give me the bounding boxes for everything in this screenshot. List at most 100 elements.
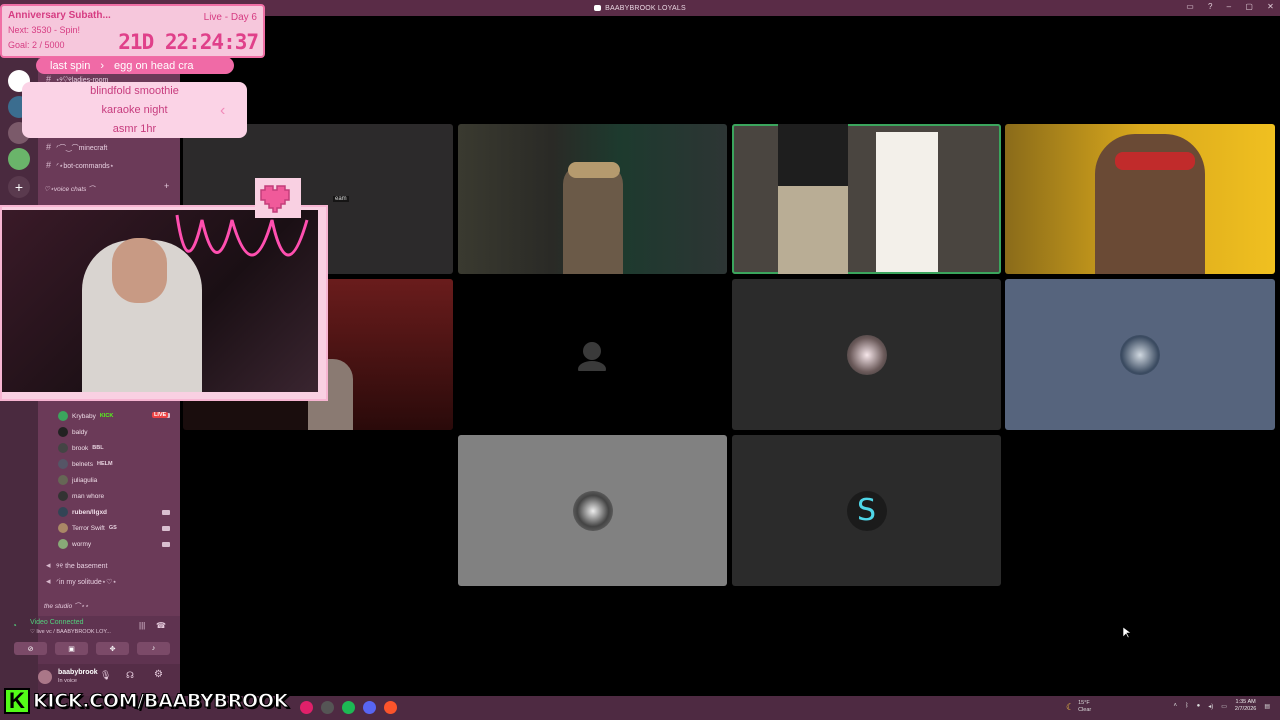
clock[interactable]: 1:35 AM 2/7/2026 xyxy=(1235,699,1256,713)
voice-user[interactable]: juliagulia xyxy=(58,475,97,485)
voice-channel[interactable]: ◂ ᐟin my solitude⋆♡⋆ xyxy=(46,576,117,587)
microphone-icon[interactable]: 🎙︎ xyxy=(100,670,111,681)
weather-widget[interactable]: ☾ 15°F Clear xyxy=(1066,700,1091,714)
streamer-face xyxy=(112,238,167,303)
kick-banner: K KICK.COM/BAABYBROOK xyxy=(4,688,289,714)
minimize-button[interactable]: – xyxy=(1227,2,1232,11)
video-tile[interactable] xyxy=(1005,124,1275,274)
channel-item[interactable]: # ᐟ⋆bot-commands⋆ xyxy=(46,160,114,170)
spotify-icon[interactable] xyxy=(342,701,355,714)
help-icon[interactable]: ? xyxy=(1208,2,1213,11)
speaker-icon: ◂ xyxy=(46,576,51,586)
voice-channel[interactable]: ◂ ୨୧ the basement xyxy=(46,560,108,571)
username[interactable]: baabybrook xyxy=(58,669,98,676)
moon-icon: ☾ xyxy=(1066,701,1075,712)
stream-label: eam xyxy=(333,196,349,202)
chevron-right-icon: › xyxy=(100,59,105,72)
screen-share-button[interactable]: ▣ xyxy=(55,642,88,655)
avatar xyxy=(58,427,68,437)
video-tile-speaking[interactable] xyxy=(732,124,1001,274)
voice-user[interactable]: Terror Swift GS xyxy=(58,523,117,533)
avatar: S xyxy=(846,490,887,531)
microphone-icon[interactable]: ● xyxy=(1197,703,1201,709)
subathon-widget: Anniversary Subath... Live - Day 6 Next:… xyxy=(0,4,265,58)
studio-category-header[interactable]: the studio ⌒⋆⋆ xyxy=(44,600,89,610)
noise-icon[interactable]: ||| xyxy=(139,621,145,630)
kick-logo: K xyxy=(4,688,30,714)
spin-item: asmr 1hr xyxy=(112,123,157,135)
signal-icon: ◔ xyxy=(12,621,17,630)
camera-icon xyxy=(162,542,170,547)
avatar xyxy=(58,475,68,485)
avatar xyxy=(846,334,887,375)
video-tile-off[interactable] xyxy=(1005,279,1275,430)
video-tile-off[interactable]: S xyxy=(732,435,1001,586)
user-status: In voice xyxy=(58,678,77,684)
camera-icon xyxy=(162,526,170,531)
voice-user[interactable]: baldy xyxy=(58,427,88,437)
soundboard-button[interactable]: ♪ xyxy=(137,642,170,655)
voice-user[interactable]: ruben/llgxd xyxy=(58,507,107,517)
obs-icon[interactable] xyxy=(321,701,334,714)
hash-icon: # xyxy=(46,142,52,152)
voice-user[interactable]: wormy xyxy=(58,539,91,549)
voice-status[interactable]: Video Connected xyxy=(30,619,84,626)
server-icon[interactable] xyxy=(8,148,30,170)
volume-icon[interactable]: ◂) xyxy=(1208,703,1213,710)
chevron-up-icon[interactable]: ˄ xyxy=(1173,703,1177,709)
last-spin-value: egg on head cra xyxy=(114,59,194,72)
door-shape xyxy=(876,132,938,272)
camera-off-button[interactable]: ⊘ xyxy=(14,642,47,655)
window-controls: ▭ ? – ▢ ✕ xyxy=(1186,2,1274,11)
channel-item[interactable]: # ᐟ⌒‿⌒minecraft xyxy=(46,142,107,153)
disconnect-icon[interactable]: ☎ xyxy=(156,621,166,630)
inbox-icon[interactable]: ▭ xyxy=(1186,2,1194,11)
notification-icon[interactable]: ▤ xyxy=(1264,703,1270,710)
kick-url: KICK.COM/BAABYBROOK xyxy=(32,690,289,713)
voice-category-header[interactable]: ♡⋆voice chats ⌒ xyxy=(44,183,95,193)
spin-list: blindfold smoothie karaoke night asmr 1h… xyxy=(22,82,247,138)
voice-buttons: ⊘ ▣ ✥ ♪ xyxy=(14,642,170,655)
video-tile-off[interactable] xyxy=(458,435,727,586)
maximize-button[interactable]: ▢ xyxy=(1245,2,1253,11)
bluetooth-icon[interactable]: ᛒ xyxy=(1185,703,1189,709)
avatar[interactable] xyxy=(38,670,52,684)
mouse-cursor-icon xyxy=(1123,627,1131,639)
voice-user[interactable]: belnets HELM xyxy=(58,459,113,469)
gear-icon[interactable]: ⚙ xyxy=(154,669,163,680)
close-button[interactable]: ✕ xyxy=(1267,2,1274,11)
voice-user[interactable]: man whore xyxy=(58,491,104,501)
voice-user[interactable]: brook BBL xyxy=(58,443,104,453)
voice-channel-name: ♡ live vc / BAABYBROOK LOY... xyxy=(30,629,111,635)
brave-icon[interactable] xyxy=(384,701,397,714)
window-title: BAABYBROOK LOYALS xyxy=(605,4,686,12)
camera-icon xyxy=(162,510,170,515)
participant-video xyxy=(563,164,623,274)
avatar xyxy=(58,443,68,453)
activities-button[interactable]: ✥ xyxy=(96,642,129,655)
add-server-icon[interactable]: + xyxy=(8,176,30,198)
system-tray: ˄ ᛒ ● ◂) ▭ 1:35 AM 2/7/2026 ▤ xyxy=(1173,699,1270,713)
pixel-heart-icon xyxy=(255,178,301,218)
headphones-icon[interactable]: ☊ xyxy=(126,670,134,681)
video-tile[interactable] xyxy=(458,124,727,274)
voice-user[interactable]: Krybaby KICK xyxy=(58,411,113,421)
avatar xyxy=(1120,334,1160,375)
tiktok-icon[interactable] xyxy=(300,701,313,714)
subathon-goal: Goal: 2 / 5000 xyxy=(8,40,65,50)
video-tile-off[interactable] xyxy=(732,279,1001,430)
subathon-timer: 21D 22:24:37 xyxy=(118,30,259,54)
participant-shirt xyxy=(778,124,848,186)
weather-desc: Clear xyxy=(1078,707,1092,713)
taskbar-apps xyxy=(300,701,397,714)
add-channel-icon[interactable]: + xyxy=(164,181,169,191)
discord-icon[interactable] xyxy=(363,701,376,714)
subathon-day: Live - Day 6 xyxy=(203,12,257,23)
hat-shape xyxy=(568,162,620,178)
video-tile-off[interactable] xyxy=(458,279,727,430)
avatar xyxy=(58,507,68,517)
last-spin-bar: last spin › egg on head cra xyxy=(36,57,234,74)
default-avatar-icon xyxy=(578,342,606,371)
avatar xyxy=(572,490,613,531)
network-icon[interactable]: ▭ xyxy=(1221,703,1227,710)
